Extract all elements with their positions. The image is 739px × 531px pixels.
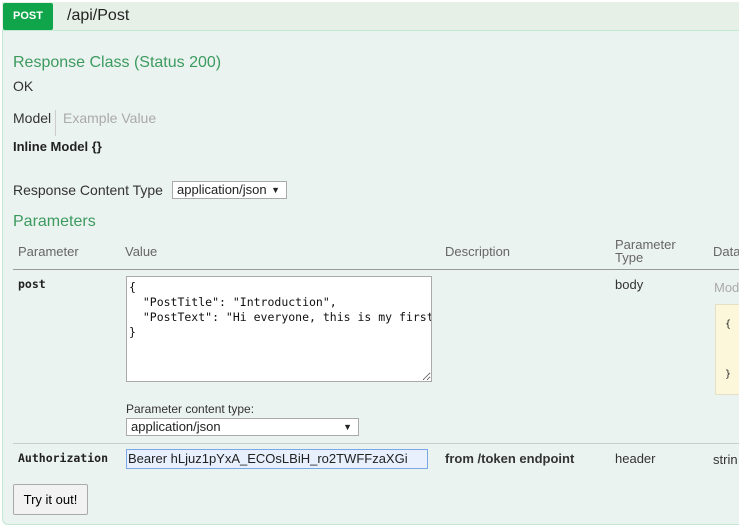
response-content-type-select[interactable]: application/json ▼ [172,181,287,199]
try-it-out-button[interactable]: Try it out! [13,484,88,515]
param-content-type-label: Parameter content type: [126,402,255,416]
tab-model[interactable]: Model [13,110,57,136]
col-parameter: Parameter [18,244,79,259]
authorization-description: from /token endpoint [445,451,575,466]
authorization-input[interactable]: Bearer hLjuz1pYxA_ECOsLBiH_ro2TWFFzaXGi [126,449,428,469]
dropdown-arrow-icon: ▼ [271,185,280,195]
response-class-title: Response Class (Status 200) [13,54,222,71]
inline-model: Inline Model {} [13,139,102,154]
param-type-body: body [615,277,644,292]
col-parameter-type: Parameter Type [615,237,676,265]
col-value: Value [125,244,158,259]
method-badge[interactable]: POST [3,3,53,30]
param-type-header: header [615,451,656,466]
col-data-type: Data [713,244,739,259]
model-close-brace: } [725,369,732,380]
param-name-post: post [18,277,46,291]
select-value: application/json [177,182,267,197]
response-status-text: OK [13,78,34,94]
select-value: application/json [131,419,221,434]
param-name-authorization: Authorization [18,451,109,465]
param-content-type-select[interactable]: application/json ▼ [126,418,359,436]
model-schema-box[interactable]: { } [715,304,739,395]
response-content-type-label: Response Content Type [13,182,163,198]
post-body-textarea[interactable]: { "PostTitle": "Introduction", "PostText… [126,276,432,382]
parameters-title: Parameters [13,213,96,230]
data-type-string: strin [713,452,738,467]
col-description: Description [445,244,511,259]
endpoint-path[interactable]: /api/Post [67,7,129,25]
dropdown-arrow-icon: ▼ [343,422,352,432]
model-tab-label[interactable]: Mod [714,280,739,295]
model-open-brace: { [725,319,732,330]
tab-example-value[interactable]: Example Value [63,110,156,126]
